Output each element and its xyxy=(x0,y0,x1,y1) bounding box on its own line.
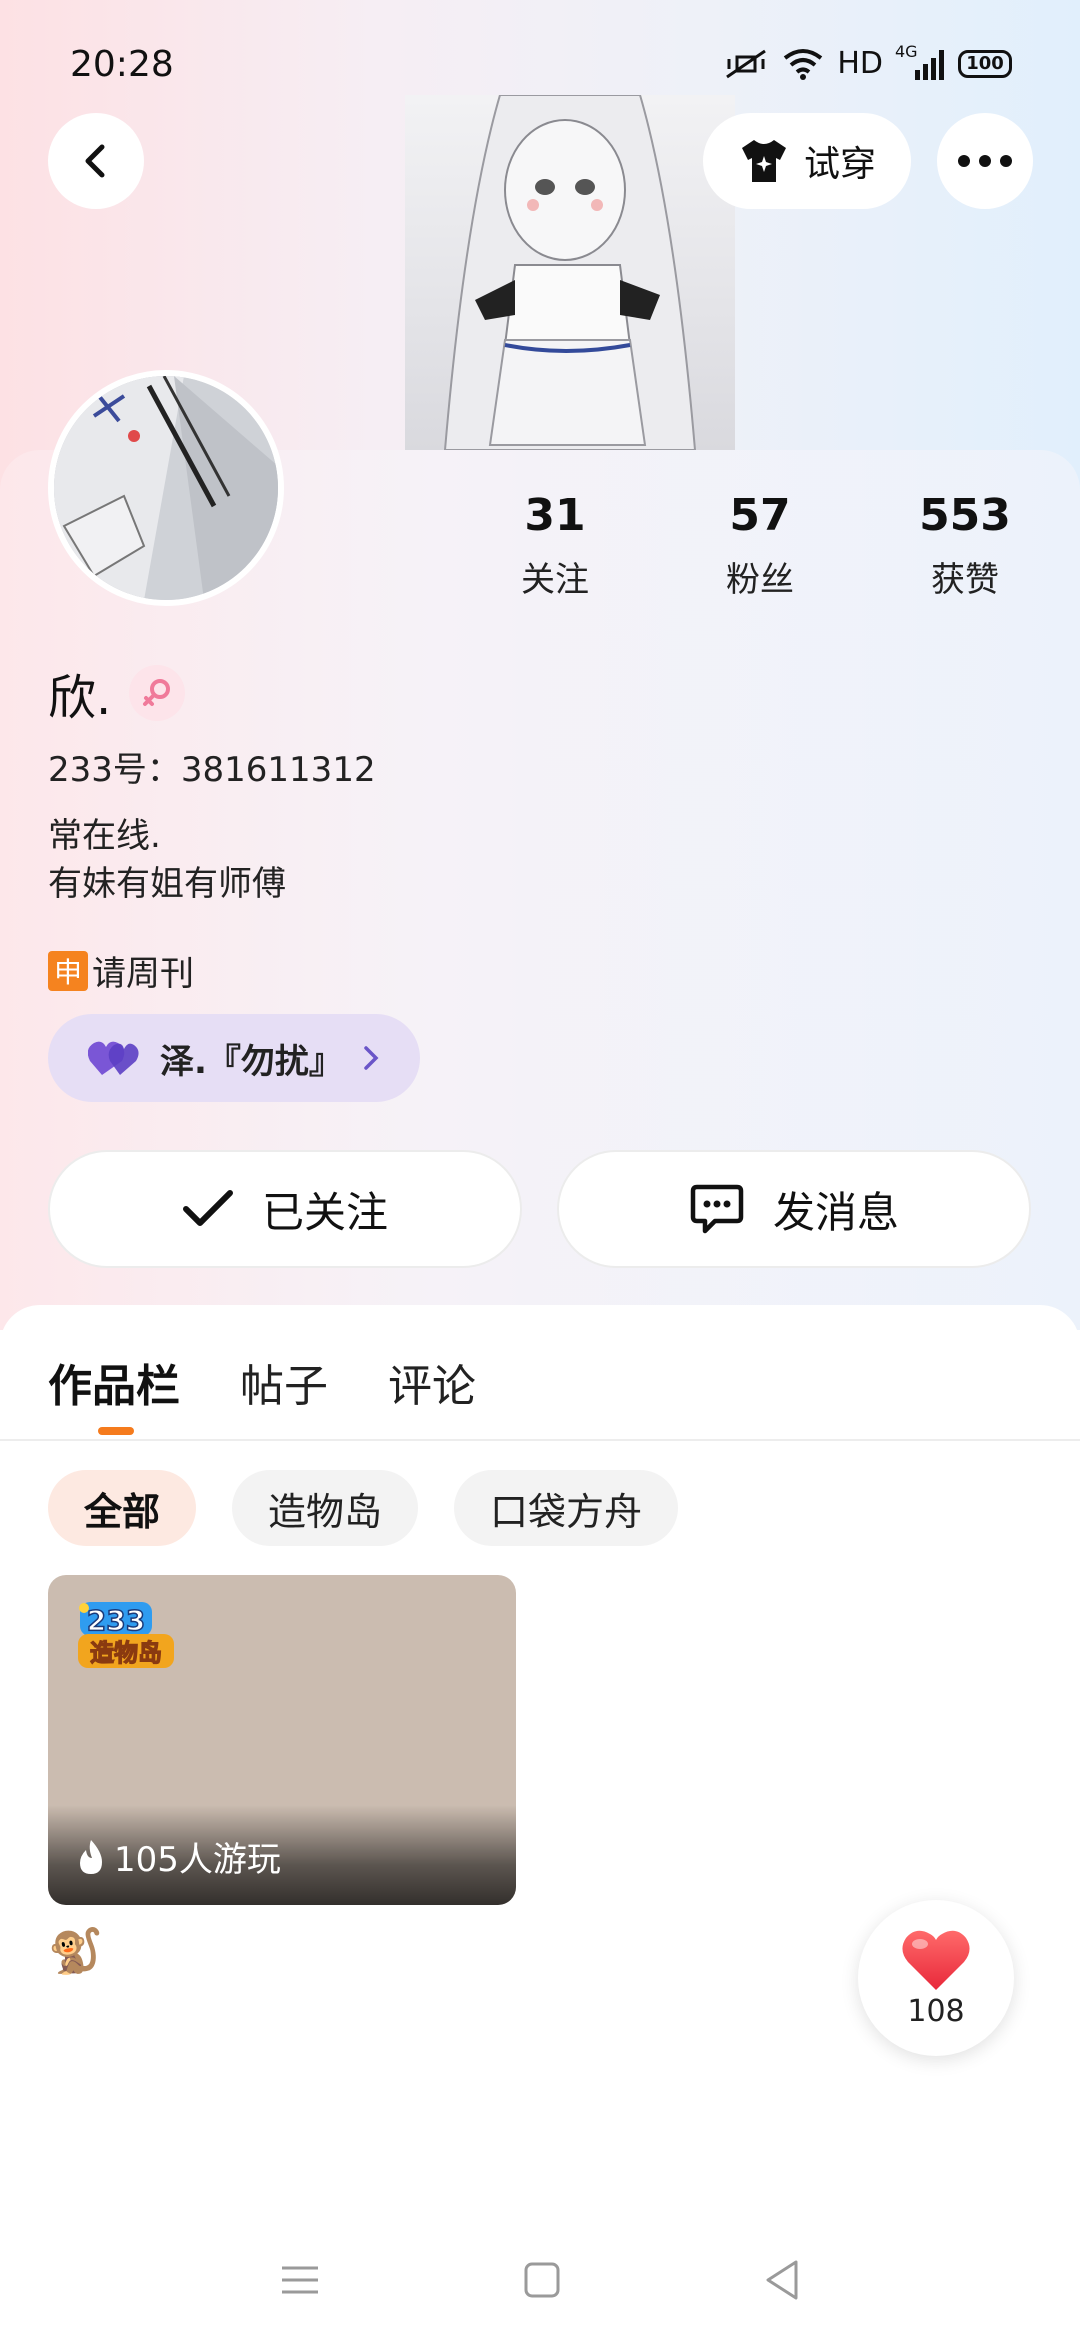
home-icon[interactable] xyxy=(522,2260,562,2300)
stat-likes[interactable]: 553 获赞 xyxy=(905,490,1025,601)
send-message-button[interactable]: 发消息 xyxy=(557,1150,1031,1268)
tab-works[interactable]: 作品栏 xyxy=(48,1350,180,1414)
filter-all[interactable]: 全部 xyxy=(48,1470,197,1546)
signal-label: 4G xyxy=(895,41,918,61)
more-dots-icon xyxy=(958,155,1012,167)
menu-icon[interactable] xyxy=(278,2260,322,2300)
like-count: 108 xyxy=(907,1993,965,2029)
tab-posts[interactable]: 帖子 xyxy=(240,1350,328,1414)
send-message-label: 发消息 xyxy=(772,1187,899,1237)
monkey-icon: 🐒 xyxy=(48,1926,103,1977)
chevron-left-icon xyxy=(85,144,105,178)
bio-line-1: 常在线. xyxy=(48,816,161,856)
checkmark-icon xyxy=(182,1190,233,1226)
wifi-icon xyxy=(784,48,823,80)
filter-creation-island[interactable]: 造物岛 xyxy=(232,1470,419,1546)
avatar[interactable] xyxy=(48,370,284,606)
status-icons: HD 4G 100 xyxy=(723,42,1012,81)
filter-pocket-ark[interactable]: 口袋方舟 xyxy=(454,1470,679,1546)
flame-icon xyxy=(80,1839,102,1874)
stat-fans[interactable]: 57 粉丝 xyxy=(700,490,820,601)
stat-fans-value: 57 xyxy=(729,490,791,541)
more-button[interactable] xyxy=(937,113,1033,209)
game-logo-text-bottom: 造物岛 xyxy=(90,1639,162,1667)
game-card[interactable]: 233 造物岛 105人游玩 xyxy=(48,1575,516,1905)
game-plays: 105人游玩 xyxy=(76,1832,281,1881)
active-tab-indicator xyxy=(98,1427,134,1435)
like-button[interactable]: 108 xyxy=(858,1900,1014,2056)
filter-chips: 全部 造物岛 口袋方舟 xyxy=(48,1470,679,1546)
followed-label: 已关注 xyxy=(261,1187,388,1237)
game-logo: 233 造物岛 xyxy=(76,1600,176,1672)
signal-icon: 4G xyxy=(895,42,944,80)
status-bar: 20:28 HD 4G 100 xyxy=(0,0,1080,130)
weekly-apply-link[interactable]: 申 请周刊 xyxy=(48,946,194,995)
system-nav-bar xyxy=(0,2220,1080,2340)
status-time: 20:28 xyxy=(70,44,174,85)
stat-following[interactable]: 31 关注 xyxy=(495,490,615,601)
stat-following-value: 31 xyxy=(524,490,586,541)
mute-vibrate-icon xyxy=(726,49,767,78)
bio-line-2: 有妹有姐有师傅 xyxy=(48,864,286,904)
user-id: 233号：381611312 xyxy=(48,750,376,790)
cp-name: 泽.『勿扰』 xyxy=(160,1041,343,1082)
content-tabs: 作品栏 帖子 评论 xyxy=(48,1350,476,1414)
cp-relation-chip[interactable]: 泽.『勿扰』 xyxy=(48,1014,420,1102)
game-plays-label: 105人游玩 xyxy=(114,1840,281,1880)
content-section: 作品栏 帖子 评论 全部 造物岛 口袋方舟 233 造物岛 105人游玩 🐒 xyxy=(0,1305,1080,2340)
double-heart-icon xyxy=(88,1041,139,1075)
gender-female-icon xyxy=(129,665,186,721)
weekly-label: 请周刊 xyxy=(92,954,194,994)
tab-comments[interactable]: 评论 xyxy=(388,1350,476,1414)
stat-likes-value: 553 xyxy=(919,490,1011,541)
apply-badge: 申 xyxy=(48,950,88,991)
followed-button[interactable]: 已关注 xyxy=(48,1150,522,1268)
banner-image xyxy=(405,95,735,450)
battery-icon: 100 xyxy=(958,49,1012,78)
stat-following-label: 关注 xyxy=(521,560,589,600)
tshirt-icon xyxy=(741,140,786,182)
stat-fans-label: 粉丝 xyxy=(726,560,794,600)
username: 欣. xyxy=(48,670,112,726)
try-on-label: 试穿 xyxy=(803,144,876,185)
tabs-divider xyxy=(0,1439,1080,1441)
username-row: 欣. xyxy=(48,658,186,728)
stat-likes-label: 获赞 xyxy=(931,560,999,600)
heart-icon xyxy=(902,1930,970,1990)
back-nav-icon[interactable] xyxy=(762,2258,802,2302)
chat-bubble-icon xyxy=(690,1184,744,1234)
chevron-right-icon xyxy=(364,1046,379,1070)
back-button[interactable] xyxy=(48,113,144,209)
try-on-button[interactable]: 试穿 xyxy=(703,113,911,209)
hd-label: HD xyxy=(837,46,883,81)
game-logo-text-top: 233 xyxy=(87,1604,145,1637)
